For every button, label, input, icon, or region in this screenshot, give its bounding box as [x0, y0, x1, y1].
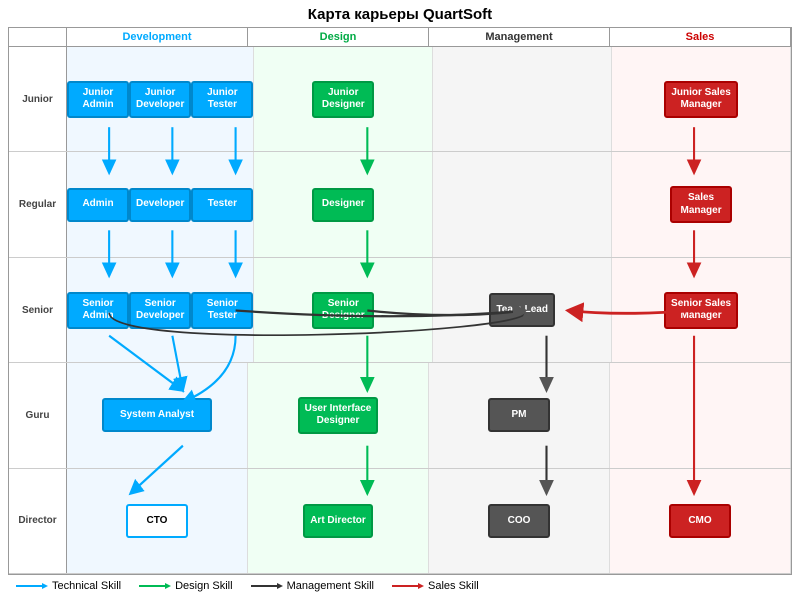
row-regular: Regular Admin Developer Tester: [9, 152, 791, 257]
legend-management: Management Skill: [251, 580, 374, 592]
tester-box: Tester: [191, 188, 253, 222]
row-label-director: Director: [9, 469, 67, 573]
row-guru: Guru System Analyst User InterfaceDesign…: [9, 363, 791, 468]
senior-tester-box: SeniorTester: [191, 292, 253, 329]
junior-developer-box: JuniorDeveloper: [129, 81, 191, 118]
cmo-box: CMO: [669, 504, 731, 538]
senior-admin-cell: SeniorAdmin: [67, 258, 129, 362]
admin-cell: Admin: [67, 152, 129, 256]
dev-senior-cell: SeniorAdmin SeniorDeveloper SeniorTester: [67, 258, 254, 362]
design-regular-cell: Designer: [254, 152, 433, 256]
dev-regular-cell: Admin Developer Tester: [67, 152, 254, 256]
sales-guru-cell: [610, 363, 791, 467]
page-title: Карта карьеры QuartSoft: [8, 6, 792, 23]
column-headers: Development Design Management Sales: [9, 28, 791, 47]
design-guru-cell: User InterfaceDesigner: [248, 363, 429, 467]
designer-box: Designer: [312, 188, 374, 222]
junior-tester-box: JuniorTester: [191, 81, 253, 118]
coo-box: COO: [488, 504, 550, 538]
mgmt-junior-cell: [433, 47, 612, 151]
row-director: Director CTO Art Director COO CMO: [9, 469, 791, 574]
main-container: Карта карьеры QuartSoft Development Desi…: [0, 0, 800, 600]
sales-senior-cell: Senior SalesManager: [612, 258, 791, 362]
design-senior-cell: SeniorDesigner: [254, 258, 433, 362]
design-skill-label: Design Skill: [175, 580, 232, 592]
system-analyst-box: System Analyst: [102, 398, 212, 432]
chart-area: Development Design Management Sales Juni…: [8, 27, 792, 575]
senior-designer-box: SeniorDesigner: [312, 292, 374, 329]
sales-regular-cell: SalesManager: [612, 152, 791, 256]
senior-sales-manager-box: Senior SalesManager: [664, 292, 738, 329]
row-junior: Junior JuniorAdmin JuniorDeveloper Junio…: [9, 47, 791, 152]
row-label-junior: Junior: [9, 47, 67, 151]
sales-skill-label: Sales Skill: [428, 580, 479, 592]
design-junior-cell: JuniorDesigner: [254, 47, 433, 151]
pm-box: PM: [488, 398, 550, 432]
dev-junior-cell: JuniorAdmin JuniorDeveloper JuniorTester: [67, 47, 254, 151]
mgmt-regular-cell: [433, 152, 612, 256]
mgmt-senior-cell: Team Lead: [433, 258, 612, 362]
developer-box: Developer: [129, 188, 191, 222]
tester-cell: Tester: [191, 152, 253, 256]
junior-admin-cell: JuniorAdmin: [67, 47, 129, 151]
senior-tester-cell: SeniorTester: [191, 258, 253, 362]
ui-designer-box: User InterfaceDesigner: [298, 397, 379, 434]
management-skill-arrow: [251, 581, 283, 591]
row-label-guru: Guru: [9, 363, 67, 467]
empty-header: [9, 28, 67, 46]
art-director-box: Art Director: [303, 504, 373, 538]
col-header-dev: Development: [67, 28, 248, 46]
junior-sales-manager-box: Junior SalesManager: [664, 81, 737, 118]
legend-sales: Sales Skill: [392, 580, 479, 592]
design-director-cell: Art Director: [248, 469, 429, 573]
sales-junior-cell: Junior SalesManager: [612, 47, 791, 151]
legend: Technical Skill Design Skill Management …: [8, 575, 792, 594]
junior-admin-box: JuniorAdmin: [67, 81, 129, 118]
col-header-sales: Sales: [610, 28, 791, 46]
mgmt-guru-cell: PM: [429, 363, 610, 467]
admin-box: Admin: [67, 188, 129, 222]
senior-developer-cell: SeniorDeveloper: [129, 258, 191, 362]
dev-director-cell: CTO: [67, 469, 248, 573]
sales-manager-box: SalesManager: [670, 186, 732, 223]
design-skill-arrow: [139, 581, 171, 591]
junior-designer-box: JuniorDesigner: [312, 81, 374, 118]
dev-guru-cell: System Analyst: [67, 363, 248, 467]
senior-developer-box: SeniorDeveloper: [129, 292, 191, 329]
technical-skill-label: Technical Skill: [52, 580, 121, 592]
mgmt-director-cell: COO: [429, 469, 610, 573]
row-senior: Senior SeniorAdmin SeniorDeveloper Senio…: [9, 258, 791, 363]
technical-skill-arrow: [16, 581, 48, 591]
cto-box: CTO: [126, 504, 188, 538]
senior-admin-box: SeniorAdmin: [67, 292, 129, 329]
row-label-regular: Regular: [9, 152, 67, 256]
team-lead-box: Team Lead: [489, 293, 555, 327]
row-label-senior: Senior: [9, 258, 67, 362]
developer-cell: Developer: [129, 152, 191, 256]
legend-technical: Technical Skill: [16, 580, 121, 592]
rows-area: Junior JuniorAdmin JuniorDeveloper Junio…: [9, 47, 791, 574]
grid-wrapper: Junior JuniorAdmin JuniorDeveloper Junio…: [9, 47, 791, 574]
junior-developer-cell: JuniorDeveloper: [129, 47, 191, 151]
legend-design: Design Skill: [139, 580, 232, 592]
col-header-design: Design: [248, 28, 429, 46]
management-skill-label: Management Skill: [287, 580, 374, 592]
sales-director-cell: CMO: [610, 469, 791, 573]
col-header-mgmt: Management: [429, 28, 610, 46]
junior-tester-cell: JuniorTester: [191, 47, 253, 151]
sales-skill-arrow: [392, 581, 424, 591]
